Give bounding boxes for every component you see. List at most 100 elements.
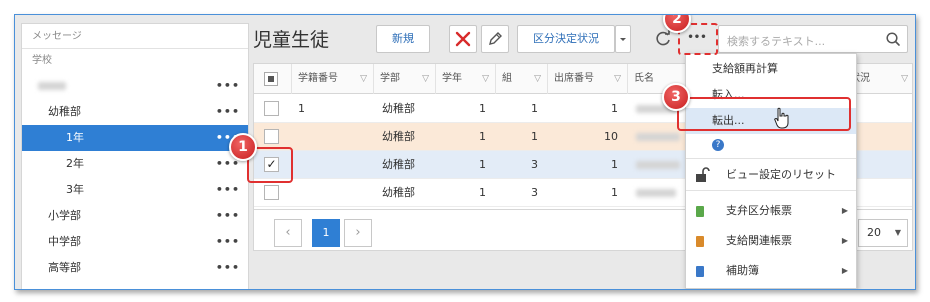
- filter-icon[interactable]: ▽: [901, 64, 908, 94]
- sidebar: メッセージ 学校 ••• 幼稚部 ••• 1年 ••• 2年 ••• 3年 ••…: [21, 23, 249, 289]
- more-icon[interactable]: •••: [216, 177, 240, 203]
- sidebar-item-label: 幼稚部: [48, 105, 81, 118]
- cell-department: 幼稚部: [382, 186, 415, 199]
- column-grade[interactable]: 学年 ▽: [436, 64, 496, 94]
- filter-icon[interactable]: ▽: [534, 64, 541, 94]
- chevron-down-icon: ▼: [894, 228, 901, 237]
- cell-class: 1: [531, 130, 538, 143]
- sidebar-header[interactable]: メッセージ: [22, 24, 248, 49]
- sidebar-item-label: 高等部: [48, 261, 81, 274]
- app-window: メッセージ 学校 ••• 幼稚部 ••• 1年 ••• 2年 ••• 3年 ••…: [14, 14, 916, 290]
- cell-student-id: 1: [298, 102, 305, 115]
- document-icon: [696, 236, 704, 247]
- menu-divider: [686, 190, 856, 191]
- sidebar-item-elementary[interactable]: 小学部 •••: [22, 203, 248, 229]
- document-icon: [696, 206, 704, 217]
- sidebar-item-grade-1[interactable]: 1年 •••: [22, 125, 248, 151]
- row-checkbox[interactable]: [264, 185, 279, 200]
- blurred-label: [38, 82, 66, 90]
- cell-class: 3: [531, 186, 538, 199]
- callout-badge-1: 1: [229, 133, 257, 161]
- cell-department: 幼稚部: [382, 158, 415, 171]
- menu-item-label: ビュー設定のリセット: [726, 168, 836, 181]
- sidebar-item-label: 中学部: [48, 235, 81, 248]
- filter-icon[interactable]: ▽: [360, 64, 367, 94]
- chevron-right-icon: ▶: [841, 206, 848, 215]
- sidebar-item-grade-2[interactable]: 2年 •••: [22, 151, 248, 177]
- menu-item-reset-view[interactable]: ビュー設定のリセット: [686, 162, 856, 188]
- row-checkbox[interactable]: [264, 101, 279, 116]
- sidebar-item-high-school[interactable]: 高等部 •••: [22, 255, 248, 281]
- sidebar-item-kindergarten[interactable]: 幼稚部 •••: [22, 99, 248, 125]
- cell-grade: 1: [479, 102, 486, 115]
- menu-divider: [686, 158, 856, 159]
- column-department[interactable]: 学部 ▽: [374, 64, 436, 94]
- more-icon[interactable]: •••: [216, 99, 240, 125]
- more-icon[interactable]: •••: [216, 203, 240, 229]
- prev-page-button[interactable]: ‹: [274, 219, 302, 247]
- callout-box-transfer-out: [677, 97, 851, 131]
- cell-department: 幼稚部: [382, 130, 415, 143]
- sidebar-item-label: 1年: [66, 131, 84, 144]
- hand-cursor-icon: [774, 107, 789, 129]
- cell-name: [636, 123, 680, 151]
- pencil-icon: [489, 32, 502, 45]
- cell-name: [636, 151, 680, 179]
- menu-item-recalculate[interactable]: 支給額再計算: [686, 56, 856, 82]
- status-dropdown-button[interactable]: [615, 25, 631, 53]
- cell-name: [636, 179, 676, 207]
- column-class[interactable]: 組 ▽: [496, 64, 548, 94]
- cell-department: 幼稚部: [382, 102, 415, 115]
- sidebar-item-school-root[interactable]: •••: [22, 73, 248, 99]
- more-icon[interactable]: •••: [216, 255, 240, 281]
- next-page-button[interactable]: ›: [344, 219, 372, 247]
- more-icon[interactable]: •••: [216, 73, 240, 99]
- close-icon: [455, 31, 471, 47]
- edit-button[interactable]: [481, 25, 509, 53]
- column-student-id[interactable]: 学籍番号 ▽: [292, 64, 374, 94]
- callout-badge-3: 3: [662, 83, 690, 111]
- chevron-down-icon: [620, 38, 626, 41]
- delete-button[interactable]: [449, 25, 477, 53]
- row-checkbox[interactable]: [264, 129, 279, 144]
- help-icon: ?: [712, 139, 724, 151]
- menu-item-label: 支給関連帳票: [726, 234, 792, 247]
- chevron-right-icon: ▶: [841, 266, 848, 275]
- filter-icon[interactable]: ▽: [614, 64, 621, 94]
- menu-item-payment-forms[interactable]: 支給関連帳票 ▶: [686, 228, 856, 254]
- chevron-right-icon: ▶: [841, 236, 848, 245]
- sidebar-item-label: 2年: [66, 157, 84, 170]
- status-button[interactable]: 区分決定状況: [517, 25, 615, 53]
- more-icon[interactable]: •••: [216, 229, 240, 255]
- filter-icon[interactable]: ▽: [482, 64, 489, 94]
- search-input[interactable]: 検索するテキスト...: [718, 25, 908, 53]
- lock-reset-icon: [696, 167, 710, 182]
- select-all-checkbox[interactable]: [264, 72, 278, 86]
- sidebar-item-junior-high[interactable]: 中学部 •••: [22, 229, 248, 255]
- column-attendance-no[interactable]: 出席番号 ▽: [548, 64, 628, 94]
- new-button[interactable]: 新規: [376, 25, 430, 53]
- page-title: 児童生徒: [253, 29, 330, 51]
- sidebar-item-label: 3年: [66, 183, 84, 196]
- cell-attendance-no: 1: [611, 158, 618, 171]
- select-all-cell: [254, 64, 292, 94]
- filter-icon[interactable]: ▽: [422, 64, 429, 94]
- cell-attendance-no: 1: [611, 186, 618, 199]
- cell-class: 1: [531, 102, 538, 115]
- cell-grade: 1: [479, 158, 486, 171]
- menu-item-label: 支弁区分帳票: [726, 204, 792, 217]
- menu-item-support-forms[interactable]: 支弁区分帳票 ▶: [686, 198, 856, 224]
- page-button-current[interactable]: 1: [312, 219, 340, 247]
- sidebar-item-grade-3[interactable]: 3年 •••: [22, 177, 248, 203]
- menu-item-label: 補助簿: [726, 264, 759, 277]
- cell-grade: 1: [479, 186, 486, 199]
- cell-class: 3: [531, 158, 538, 171]
- sidebar-item-label: 小学部: [48, 209, 81, 222]
- cell-attendance-no: 10: [604, 130, 618, 143]
- cell-attendance-no: 1: [611, 102, 618, 115]
- document-icon: [696, 266, 704, 277]
- menu-item-help[interactable]: ?: [686, 132, 856, 158]
- page-size-select[interactable]: 20 ▼: [858, 219, 908, 247]
- menu-item-ledger[interactable]: 補助簿 ▶: [686, 258, 856, 284]
- search-icon[interactable]: [885, 31, 901, 47]
